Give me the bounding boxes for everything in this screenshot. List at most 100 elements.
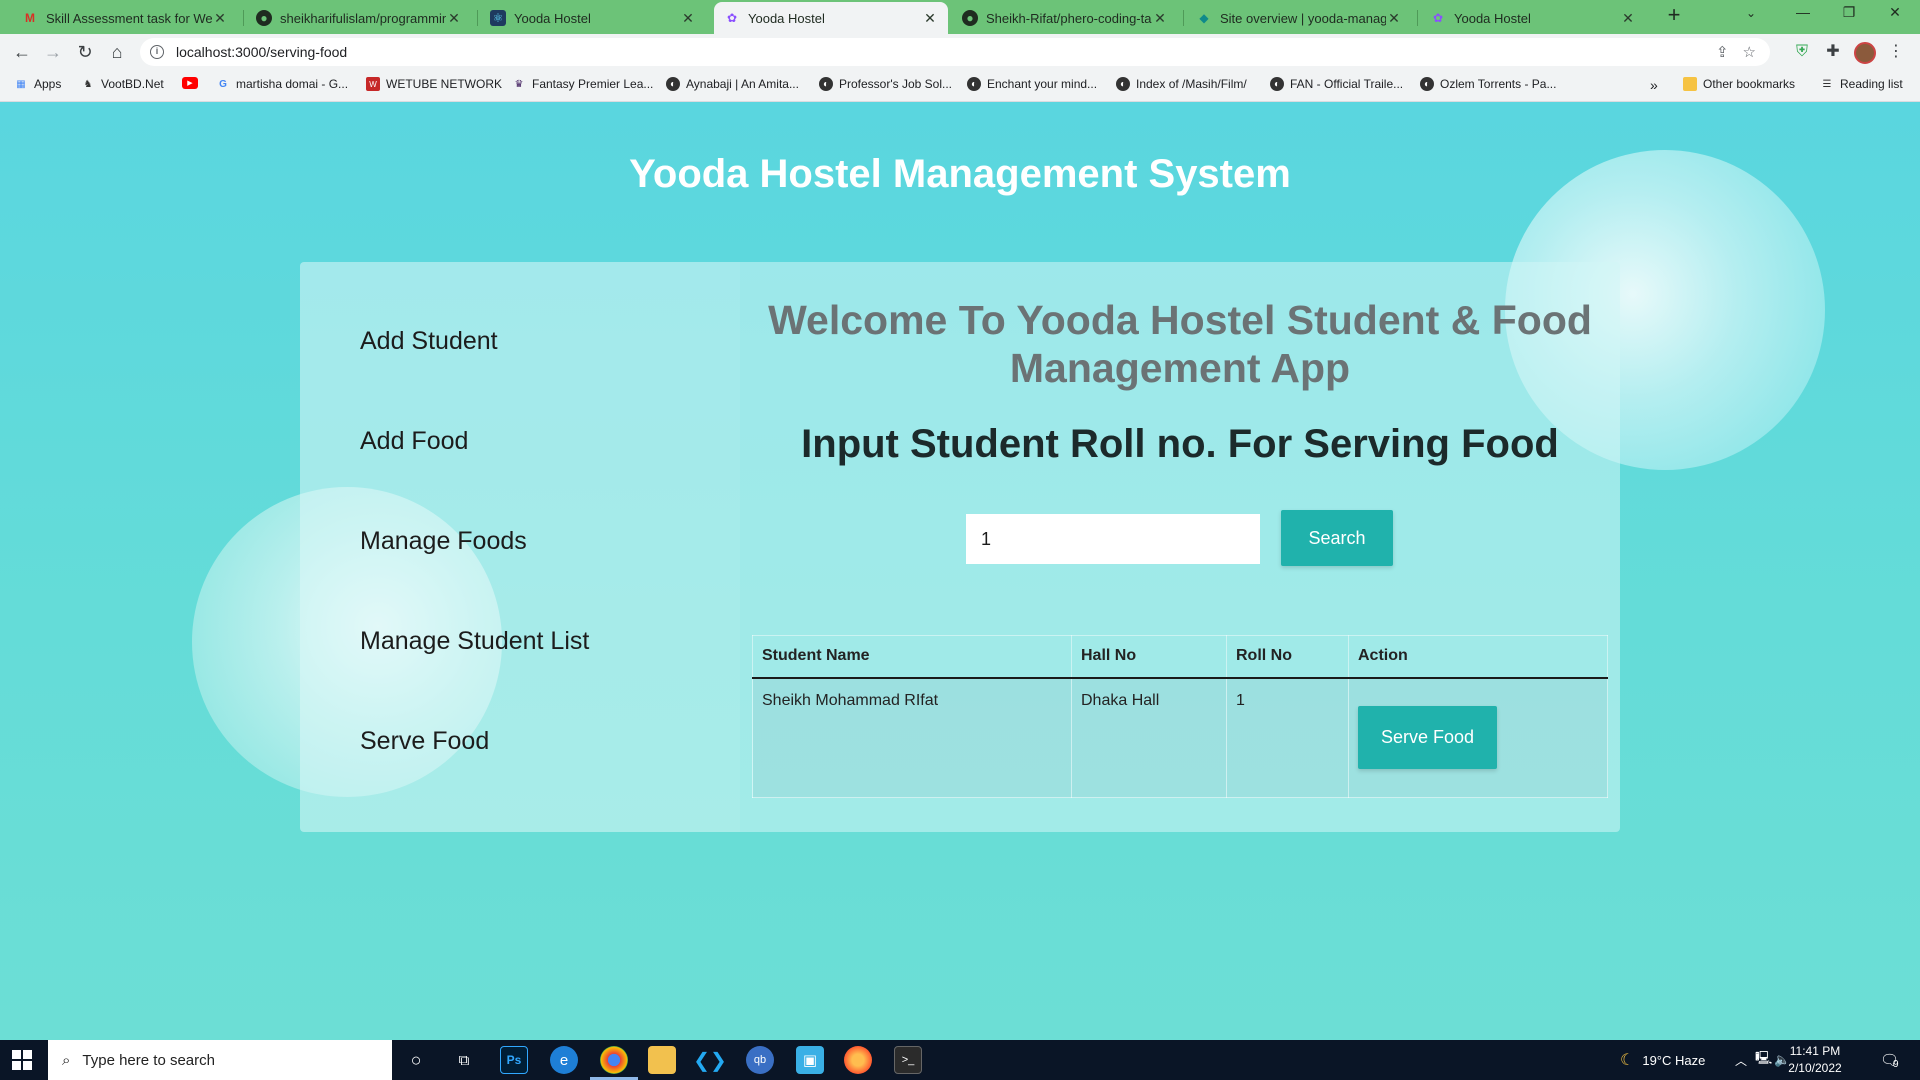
sidebar-item-add-food[interactable]: Add Food <box>360 427 468 456</box>
shield-extension-icon[interactable]: ⛨ <box>1792 42 1812 62</box>
site-info-icon[interactable]: i <box>150 45 164 59</box>
browser-tab-active[interactable]: ✿ Yooda Hostel ✕ <box>714 2 948 34</box>
close-icon[interactable]: ✕ <box>446 10 462 27</box>
bookmark-label: FAN - Official Traile... <box>1290 77 1404 91</box>
cortana-icon[interactable]: ○ <box>402 1046 430 1074</box>
bookmark-label: Fantasy Premier Lea... <box>532 77 654 91</box>
bookmark-label: Apps <box>34 77 62 91</box>
file-explorer-icon[interactable] <box>648 1046 676 1074</box>
serve-food-button[interactable]: Serve Food <box>1358 705 1497 769</box>
forward-icon[interactable]: → <box>41 40 65 64</box>
browser-tab[interactable]: ⚛ Yooda Hostel ✕ <box>480 2 706 34</box>
network-icon[interactable]: 🖳 <box>1755 1040 1772 1080</box>
table-row: Sheikh Mohammad RIfat Dhaka Hall 1 Serve… <box>752 677 1608 798</box>
back-icon[interactable]: ← <box>10 40 34 64</box>
sidebar-item-add-student[interactable]: Add Student <box>360 327 498 356</box>
globe-icon: ◐ <box>819 77 833 91</box>
folder-icon <box>1683 77 1697 91</box>
bookmark-apps[interactable]: ▦ Apps <box>14 77 61 91</box>
youtube-icon: ▶ <box>182 77 198 89</box>
close-icon[interactable]: ✕ <box>1620 10 1636 27</box>
column-header-roll-no: Roll No <box>1226 635 1349 679</box>
store-icon[interactable]: ▣ <box>796 1046 824 1074</box>
sidebar-item-manage-foods[interactable]: Manage Foods <box>360 527 527 556</box>
close-icon[interactable]: ✕ <box>1152 10 1168 27</box>
menu-kebab-icon[interactable]: ⋮ <box>1886 42 1906 62</box>
bookmark-label: WETUBE NETWORK <box>386 77 502 91</box>
browser-tab[interactable]: ● sheikharifulislam/programmin-h ✕ <box>246 2 472 34</box>
dashboard-card: Add Student Add Food Manage Foods Manage… <box>300 262 1620 832</box>
bookmark-item[interactable]: ◐ Index of /Masih/Film/ <box>1116 77 1247 91</box>
bookmark-item[interactable]: ◐ FAN - Official Traile... <box>1270 77 1403 91</box>
bookmarks-overflow-button[interactable]: » <box>1650 77 1658 93</box>
browser-tab[interactable]: ✿ Yooda Hostel ✕ <box>1420 2 1646 34</box>
weather-text: 19°C Haze <box>1642 1052 1706 1068</box>
search-icon: ⌕ <box>62 1051 71 1069</box>
browser-tab[interactable]: M Skill Assessment task for Web In ✕ <box>12 2 238 34</box>
bookmark-label: Ozlem Torrents - Pa... <box>1440 77 1557 91</box>
minimize-icon[interactable]: — <box>1780 4 1826 28</box>
bookmark-label: martisha domai - G... <box>236 77 349 91</box>
url-text: localhost:3000/serving-food <box>176 44 348 60</box>
bookmark-item[interactable]: ♞ VootBD.Net <box>81 77 164 91</box>
bookmark-item[interactable]: ◐ Professor's Job Sol... <box>819 77 952 91</box>
system-clock[interactable]: 11:41 PM 2/10/2022 <box>1784 1043 1846 1077</box>
close-icon[interactable]: ✕ <box>212 10 228 27</box>
sidebar-item-serve-food[interactable]: Serve Food <box>360 727 489 756</box>
sidebar-item-manage-student-list[interactable]: Manage Student List <box>360 627 589 656</box>
taskbar-search-box[interactable]: ⌕ Type here to search <box>48 1040 392 1080</box>
close-icon[interactable]: ✕ <box>680 10 696 27</box>
qbittorrent-icon[interactable]: qb <box>746 1046 774 1074</box>
terminal-icon[interactable]: >_ <box>894 1046 922 1074</box>
reload-icon[interactable]: ↻ <box>73 40 97 64</box>
firefox-icon[interactable] <box>844 1046 872 1074</box>
taskbar-search-placeholder: Type here to search <box>82 1051 215 1069</box>
notification-center[interactable]: 🗨 9 <box>1880 1040 1899 1080</box>
close-icon[interactable]: ✕ <box>1386 10 1402 27</box>
profile-avatar[interactable] <box>1854 42 1876 64</box>
window-close-icon[interactable]: ✕ <box>1872 4 1918 28</box>
edge-icon[interactable]: e <box>550 1046 578 1074</box>
tab-separator <box>477 10 478 26</box>
tray-overflow-icon[interactable]: ︿ <box>1735 1040 1747 1080</box>
bookmark-item[interactable]: ◐ Enchant your mind... <box>967 77 1097 91</box>
github-icon: ● <box>256 10 272 26</box>
new-tab-button[interactable]: + <box>1662 4 1686 28</box>
bookmark-item[interactable]: ◐ Ozlem Torrents - Pa... <box>1420 77 1556 91</box>
home-icon[interactable]: ⌂ <box>105 40 129 64</box>
close-icon[interactable]: ✕ <box>922 10 938 27</box>
bookmark-label: Reading list <box>1840 77 1903 91</box>
browser-tab[interactable]: ◆ Site overview | yooda-managem ✕ <box>1186 2 1412 34</box>
weather-widget[interactable]: ☾ 19°C Haze <box>1620 1040 1705 1080</box>
restore-icon[interactable]: ❐ <box>1826 4 1872 28</box>
photoshop-icon[interactable]: Ps <box>500 1046 528 1074</box>
github-icon: ● <box>962 10 978 26</box>
column-header-student-name: Student Name <box>752 635 1072 679</box>
windows-start-icon[interactable] <box>12 1050 32 1070</box>
chrome-icon[interactable] <box>600 1046 628 1074</box>
extensions-puzzle-icon[interactable]: ✚ <box>1823 42 1843 62</box>
bookmark-item[interactable]: ♛ Fantasy Premier Lea... <box>512 77 654 91</box>
premier-league-icon: ♛ <box>514 78 524 90</box>
globe-icon: ◐ <box>1116 77 1130 91</box>
other-bookmarks[interactable]: Other bookmarks <box>1683 77 1795 91</box>
bookmark-star-icon[interactable]: ☆ <box>1743 43 1756 61</box>
bookmark-item[interactable]: W WETUBE NETWORK <box>366 77 502 91</box>
tab-search-icon[interactable]: ⌄ <box>1746 6 1756 20</box>
browser-tab[interactable]: ● Sheikh-Rifat/phero-coding-task ✕ <box>952 2 1178 34</box>
overflow-label: » <box>1650 77 1658 93</box>
vscode-icon[interactable]: ❮❯ <box>693 1046 727 1074</box>
column-header-action: Action <box>1348 635 1608 679</box>
gmail-icon: M <box>25 11 35 25</box>
reading-list[interactable]: ☰ Reading list <box>1820 77 1903 91</box>
address-bar[interactable]: i localhost:3000/serving-food ⇪ ☆ <box>140 38 1770 66</box>
column-header-hall-no: Hall No <box>1071 635 1227 679</box>
bookmark-item[interactable]: ▶ <box>182 77 204 89</box>
roll-number-input[interactable] <box>966 514 1260 564</box>
bookmark-item[interactable]: G martisha domai - G... <box>216 77 348 91</box>
bookmark-label: VootBD.Net <box>101 77 164 91</box>
search-button[interactable]: Search <box>1281 510 1393 566</box>
share-icon[interactable]: ⇪ <box>1716 43 1729 61</box>
task-view-icon[interactable]: ⧉ <box>450 1046 478 1074</box>
bookmark-item[interactable]: ◐ Aynabaji | An Amita... <box>666 77 799 91</box>
